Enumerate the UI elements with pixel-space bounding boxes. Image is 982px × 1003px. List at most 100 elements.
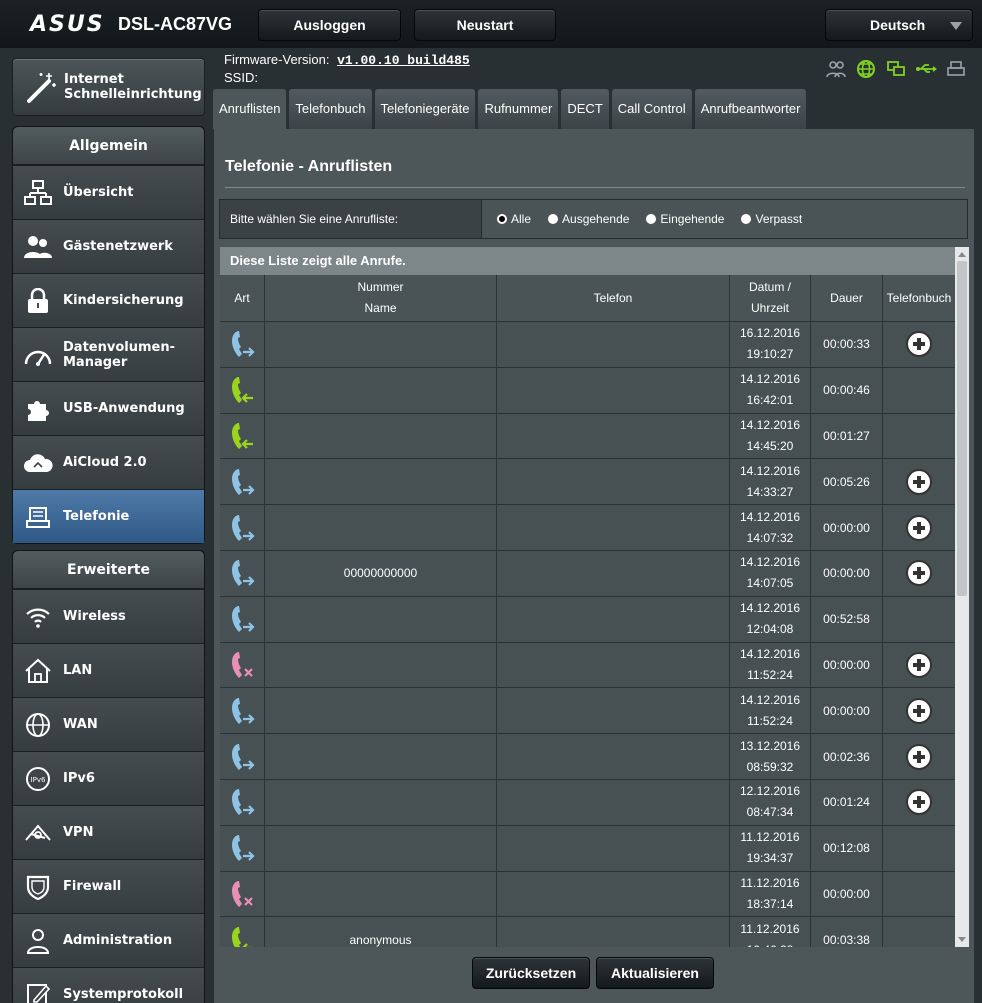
nav-item-traffic-manager[interactable]: Datenvolumen-Manager [13,327,204,381]
parental-control-icon [13,274,63,328]
internet-status-icon[interactable] [854,58,878,80]
nav-label: USB-Anwendung [63,401,185,416]
radio-dot[interactable] [547,213,560,225]
nav-item-lan[interactable]: LAN [13,643,204,697]
selector-label: Bitte wählen Sie eine Anrufliste: [220,200,482,238]
radio-incoming[interactable]: Eingehende [645,212,724,226]
duration-cell: 00:03:38 [811,917,883,947]
table-row: 14.12.2016 16:42:01 00:00:46 [220,367,955,414]
reset-button[interactable]: Zurücksetzen [472,957,590,989]
datetime-cell: 14.12.2016 14:33:27 [730,459,811,506]
tab-call-lists[interactable]: Anruflisten [213,89,287,129]
top-bar: ASUS DSL-AC87VG Ausloggen Neustart Deuts… [0,0,982,48]
radio-dot[interactable] [645,213,658,225]
outgoing-call-icon [232,560,255,587]
phone-cell [497,367,730,414]
firmware-label: Firmware-Version: [224,52,330,67]
usb-status-icon[interactable] [914,58,938,80]
nav-label: Administration [63,933,173,948]
list-caption: Diese Liste zeigt alle Anrufe. [220,247,955,275]
wifi-status-icon[interactable] [884,58,908,80]
call-type-cell [220,505,265,551]
nav-item-wan[interactable]: WAN [13,697,204,751]
nav-item-wireless[interactable]: Wireless [13,589,204,643]
page-title: Telefonie - Anruflisten [225,158,393,175]
call-type-cell [220,459,265,506]
date-text: 11.12.2016 [740,830,800,845]
tab-numbers[interactable]: Rufnummer [478,89,559,129]
add-to-phonebook-icon[interactable] [906,651,932,678]
firmware-line: Firmware-Version: v1.00.10_build485 [224,52,470,68]
firmware-link[interactable]: v1.00.10_build485 [337,53,470,68]
date-text: 14.12.2016 [739,646,801,661]
table-row: 12.12.2016 08:47:34 00:01:24 [220,779,955,826]
radio-dot[interactable] [496,213,508,225]
number-cell [265,505,497,551]
add-to-phonebook-icon[interactable] [906,514,932,541]
table-row: 14.12.2016 12:04:08 00:52:58 [220,596,955,643]
add-to-phonebook-icon[interactable] [906,331,932,358]
radio-all[interactable]: Alle [496,212,531,226]
duration-cell: 00:02:36 [811,734,883,780]
language-value: Deutsch [870,17,926,33]
quick-setup-button[interactable]: Internet Schnelleinrichtung [12,58,205,116]
datetime-cell: 11.12.2016 10:46:28 [730,917,811,947]
scroll-up-icon[interactable] [958,252,966,257]
logout-button[interactable]: Ausloggen [258,9,401,41]
language-select[interactable]: Deutsch [825,9,973,41]
add-to-phonebook-icon[interactable] [906,468,932,495]
nav-item-parental-control[interactable]: Kindersicherung [13,273,204,327]
add-to-phonebook-icon[interactable] [906,697,932,724]
clients-icon[interactable] [824,58,848,80]
nav-item-administration[interactable]: Administration [13,913,204,967]
call-list-selector: Bitte wählen Sie eine Anrufliste: Alle A… [219,199,968,239]
restart-button[interactable]: Neustart [414,9,556,41]
scroll-thumb[interactable] [957,261,967,596]
refresh-button[interactable]: Aktualisieren [596,957,714,989]
nav-item-telephony[interactable]: Telefonie [13,489,204,543]
nav-item-ipv6[interactable]: IPv6 IPv6 [13,751,204,805]
add-to-phonebook-icon[interactable] [906,743,932,770]
outgoing-call-icon [232,606,255,633]
radio-label: Alle [511,212,532,226]
nav-item-syslog[interactable]: Systemprotokoll [13,967,204,1003]
guest-network-icon [13,220,63,274]
add-to-phonebook-icon[interactable] [906,789,932,816]
nav-item-usb-app[interactable]: USB-Anwendung [13,381,204,435]
phonebook-cell [883,826,955,872]
radio-outgoing[interactable]: Ausgehende [547,212,629,226]
time-text: 14:07:05 [746,576,794,591]
nav-item-overview[interactable]: Übersicht [13,165,204,219]
scroll-down-icon[interactable] [958,937,966,942]
table-row: 13.12.2016 08:59:32 00:02:36 [220,734,955,780]
tab-call-control[interactable]: Call Control [611,89,692,129]
nav-item-vpn[interactable]: VPN [13,805,204,859]
datetime-cell: 14.12.2016 14:45:20 [730,413,811,460]
syslog-icon [13,968,63,1003]
tab-dect[interactable]: DECT [561,89,609,129]
scrollbar[interactable] [955,247,969,947]
tab-answering-machine[interactable]: Anrufbeantworter [694,89,807,129]
number-cell [265,825,497,872]
nav-item-aicloud[interactable]: AiCloud 2.0 [13,435,204,489]
nav-item-firewall[interactable]: Firewall [13,859,204,913]
nav-item-guest-network[interactable]: Gästenetzwerk [13,219,204,273]
vpn-icon [13,806,63,860]
phone-cell [497,917,730,947]
col-phone: Telefon [497,275,730,322]
number-cell [265,596,497,643]
call-type-cell [220,917,265,947]
date-text: 14.12.2016 [739,509,801,524]
radio-label: Verpasst [755,212,803,226]
wan-icon [13,698,63,752]
nav-label: WAN [63,717,98,732]
add-to-phonebook-icon[interactable] [906,560,932,587]
tab-phonebook[interactable]: Telefonbuch [289,89,372,129]
col-time: Uhrzeit [750,301,789,315]
number-cell [265,688,497,735]
printer-status-icon[interactable] [944,58,968,80]
tab-phone-devices[interactable]: Telefoniegeräte [374,89,476,129]
time-text: 14:45:20 [746,438,794,453]
radio-missed[interactable]: Verpasst [740,212,802,226]
radio-dot[interactable] [740,213,753,225]
